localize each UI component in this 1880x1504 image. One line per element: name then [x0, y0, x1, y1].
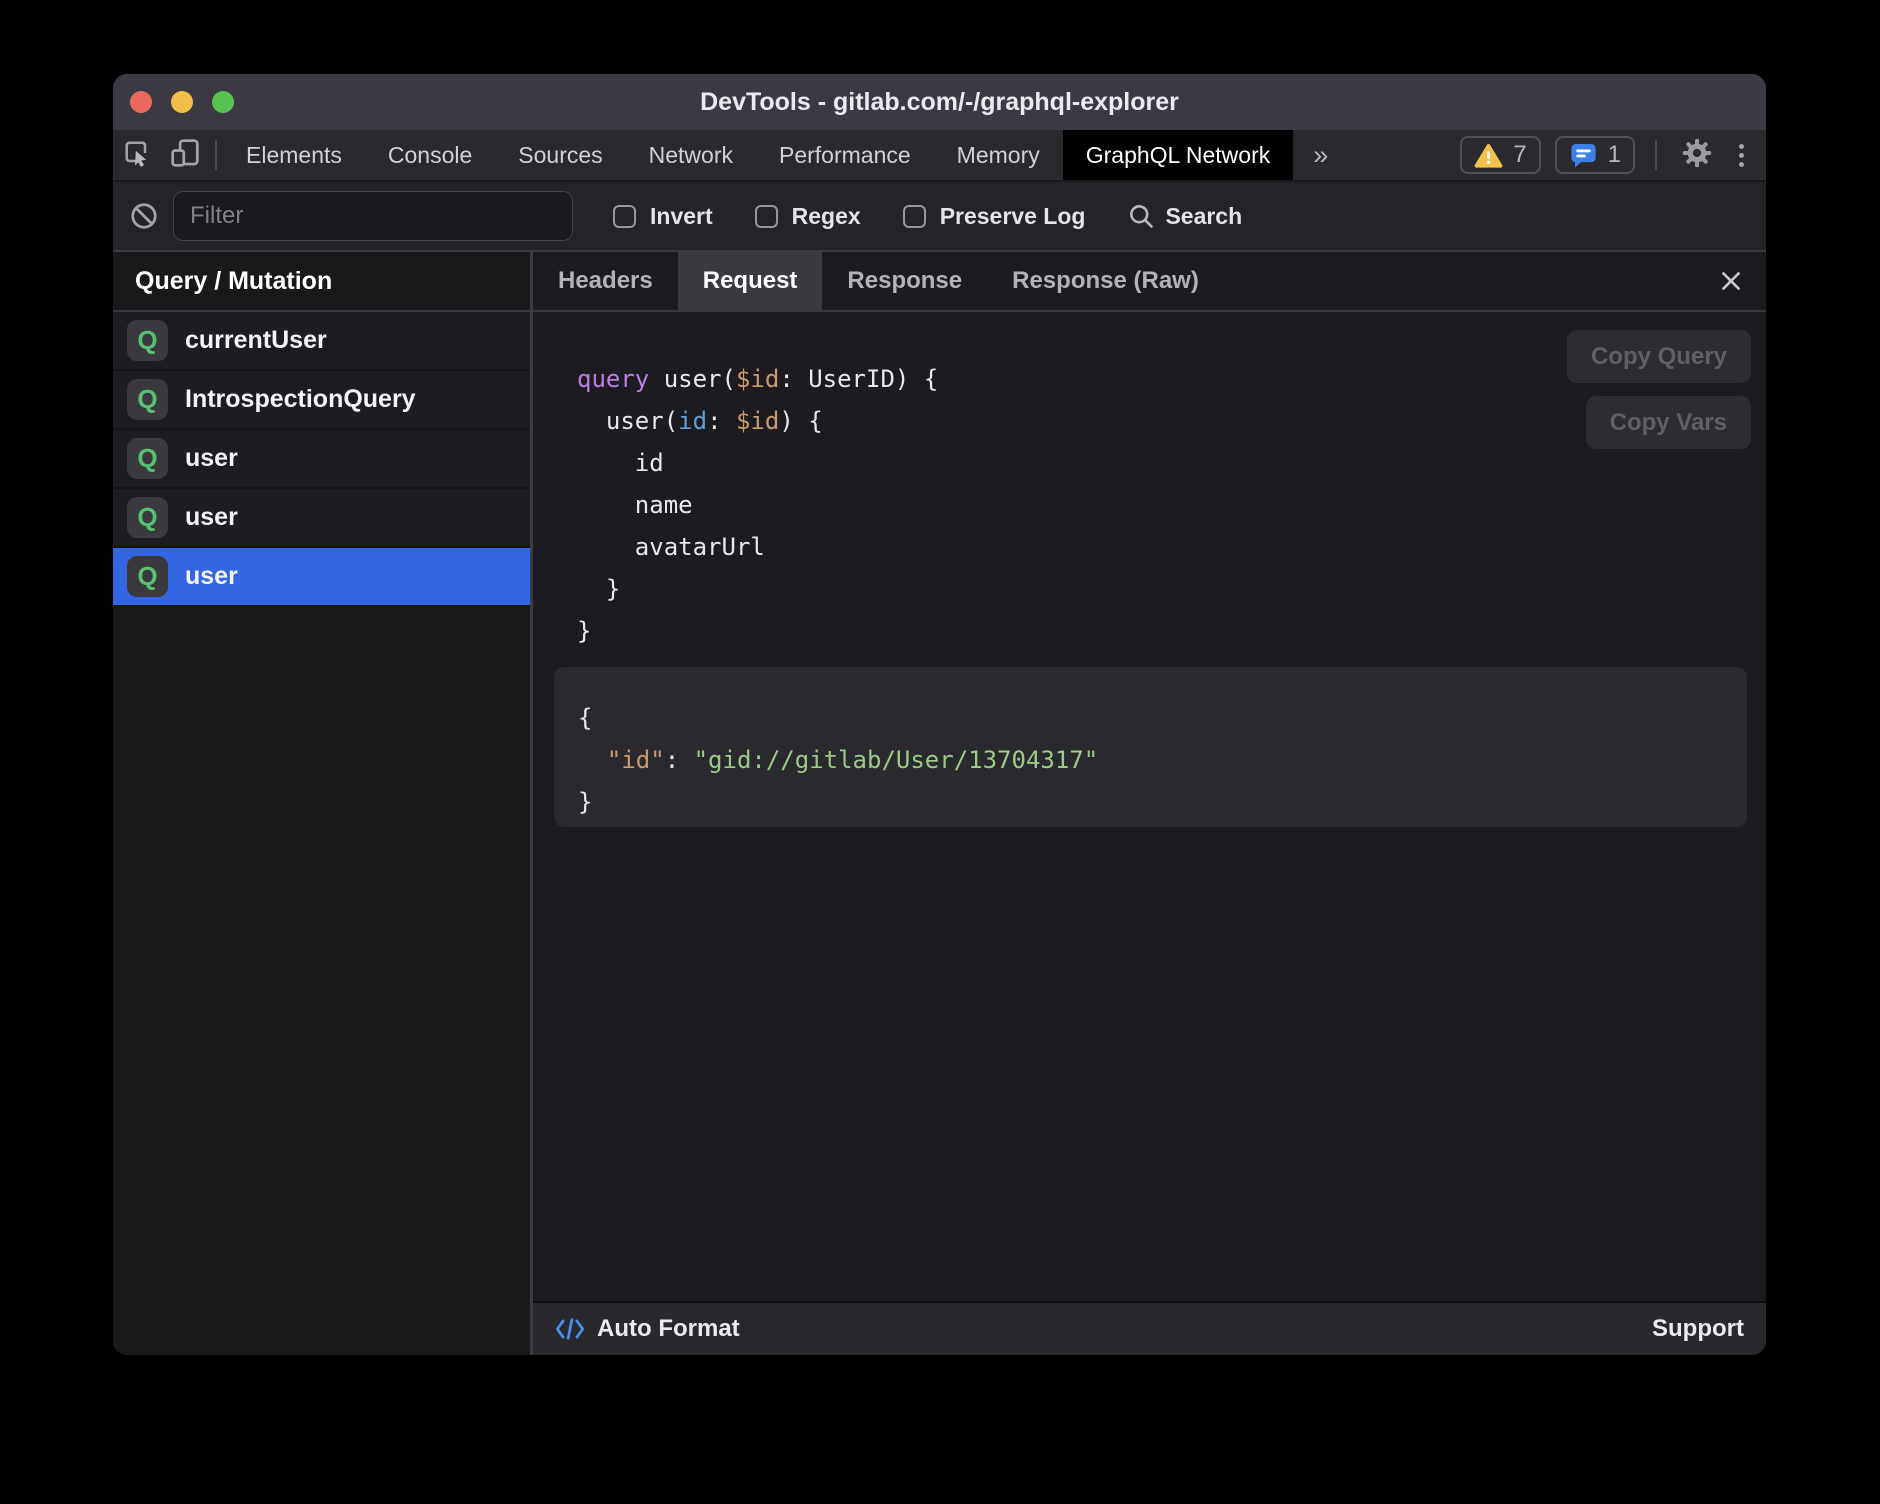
checkbox-invert[interactable]: Invert	[613, 203, 713, 230]
query-item-label: user	[185, 562, 238, 591]
detail-tab-response-raw[interactable]: Response (Raw)	[987, 252, 1224, 310]
code-line: }	[577, 610, 1766, 652]
copy-vars-button[interactable]: Copy Vars	[1586, 396, 1751, 449]
detail-tab-headers[interactable]: Headers	[533, 252, 678, 310]
tab-console[interactable]: Console	[365, 130, 495, 180]
code-line: }	[577, 568, 1766, 610]
tab-elements[interactable]: Elements	[223, 130, 365, 180]
checkbox-box	[903, 205, 926, 228]
content-area: Query / Mutation QcurrentUserQIntrospect…	[113, 252, 1766, 1355]
query-list-item[interactable]: QcurrentUser	[113, 312, 530, 371]
toolbar-divider	[1655, 140, 1657, 170]
traffic-lights	[130, 91, 234, 113]
detail-tab-response[interactable]: Response	[822, 252, 987, 310]
checkbox-label: Preserve Log	[940, 203, 1086, 230]
close-icon	[1718, 268, 1744, 294]
detail-tabs-list: HeadersRequestResponseResponse (Raw)	[533, 252, 1224, 310]
sidebar-header: Query / Mutation	[113, 252, 530, 312]
checkbox-preserve-log[interactable]: Preserve Log	[903, 203, 1086, 230]
close-panel-button[interactable]	[1718, 252, 1766, 310]
more-options-button[interactable]	[1731, 144, 1752, 167]
query-item-label: currentUser	[185, 326, 327, 355]
request-panel-body: query user($id: UserID) { user(id: $id) …	[533, 312, 1766, 1301]
warnings-badge[interactable]: 7	[1460, 136, 1540, 174]
query-list: QcurrentUserQIntrospectionQueryQuserQuse…	[113, 312, 530, 607]
device-toolbar-button[interactable]	[161, 130, 209, 180]
query-type-icon: Q	[127, 438, 168, 479]
title-bar: DevTools - gitlab.com/-/graphql-explorer	[113, 74, 1766, 130]
query-item-label: user	[185, 503, 238, 532]
sidebar-header-label: Query / Mutation	[135, 267, 332, 296]
tab-network[interactable]: Network	[626, 130, 756, 180]
filter-bar: Invert Regex Preserve Log Search	[113, 182, 1766, 252]
tab-memory[interactable]: Memory	[934, 130, 1063, 180]
search-label: Search	[1165, 203, 1242, 230]
device-toolbar-icon	[169, 137, 201, 174]
toolbar-right-controls: 7 1	[1460, 130, 1766, 180]
filter-input[interactable]	[173, 191, 573, 241]
filter-checkboxes: Invert Regex Preserve Log	[613, 203, 1085, 230]
detail-footer: Auto Format Support	[533, 1301, 1766, 1355]
code-line: avatarUrl	[577, 526, 1766, 568]
warnings-count: 7	[1513, 141, 1526, 169]
checkbox-box	[613, 205, 636, 228]
window-title: DevTools - gitlab.com/-/graphql-explorer	[700, 88, 1179, 117]
checkbox-label: Invert	[650, 203, 713, 230]
tab-sources[interactable]: Sources	[495, 130, 625, 180]
query-variables-box: { "id": "gid://gitlab/User/13704317"}	[554, 667, 1747, 827]
main-tab-bar: ElementsConsoleSourcesNetworkPerformance…	[113, 130, 1766, 182]
query-item-label: IntrospectionQuery	[185, 385, 416, 414]
query-type-icon: Q	[127, 556, 168, 597]
devtools-window: DevTools - gitlab.com/-/graphql-explorer…	[113, 74, 1766, 1355]
query-type-icon: Q	[127, 320, 168, 361]
gear-icon	[1680, 136, 1714, 175]
tab-performance[interactable]: Performance	[756, 130, 934, 180]
settings-button[interactable]	[1677, 136, 1717, 175]
more-tabs-chevron[interactable]: »	[1293, 130, 1348, 180]
checkbox-box	[755, 205, 778, 228]
code-line: name	[577, 484, 1766, 526]
zoom-window-button[interactable]	[212, 91, 234, 113]
query-type-icon: Q	[127, 497, 168, 538]
query-list-item[interactable]: Quser	[113, 548, 530, 607]
query-list-item[interactable]: Quser	[113, 430, 530, 489]
copy-buttons: Copy Query Copy Vars	[1567, 330, 1751, 449]
minimize-window-button[interactable]	[171, 91, 193, 113]
support-link[interactable]: Support	[1652, 1315, 1744, 1343]
main-tabs-list: ElementsConsoleSourcesNetworkPerformance…	[223, 130, 1293, 180]
auto-format-icon	[555, 1316, 585, 1342]
detail-tab-request[interactable]: Request	[678, 252, 823, 310]
search-icon	[1127, 202, 1155, 230]
auto-format-button[interactable]: Auto Format	[597, 1315, 740, 1343]
code-line: }	[578, 781, 1747, 823]
copy-query-button[interactable]: Copy Query	[1567, 330, 1751, 383]
inspect-cursor-icon	[121, 137, 153, 174]
query-list-item[interactable]: Quser	[113, 489, 530, 548]
checkbox-label: Regex	[792, 203, 861, 230]
inspect-element-button[interactable]	[113, 130, 161, 180]
query-sidebar: Query / Mutation QcurrentUserQIntrospect…	[113, 252, 533, 1355]
code-line: {	[578, 697, 1747, 739]
warning-icon	[1474, 142, 1503, 169]
search-button[interactable]: Search	[1127, 202, 1242, 230]
messages-count: 1	[1608, 141, 1621, 169]
query-list-item[interactable]: Q IntrospectionQuery	[113, 371, 530, 430]
toolbar-divider	[215, 140, 217, 170]
tab-graphql-network[interactable]: GraphQL Network	[1063, 130, 1294, 180]
messages-badge[interactable]: 1	[1555, 136, 1635, 174]
query-type-icon: Q	[127, 379, 168, 420]
code-line: "id": "gid://gitlab/User/13704317"	[578, 739, 1747, 781]
detail-tab-bar: HeadersRequestResponseResponse (Raw)	[533, 252, 1766, 312]
chat-bubble-icon	[1569, 142, 1598, 169]
block-requests-icon[interactable]	[129, 201, 159, 231]
close-window-button[interactable]	[130, 91, 152, 113]
detail-panel: HeadersRequestResponseResponse (Raw) que…	[533, 252, 1766, 1355]
checkbox-regex[interactable]: Regex	[755, 203, 861, 230]
query-item-label: user	[185, 444, 238, 473]
